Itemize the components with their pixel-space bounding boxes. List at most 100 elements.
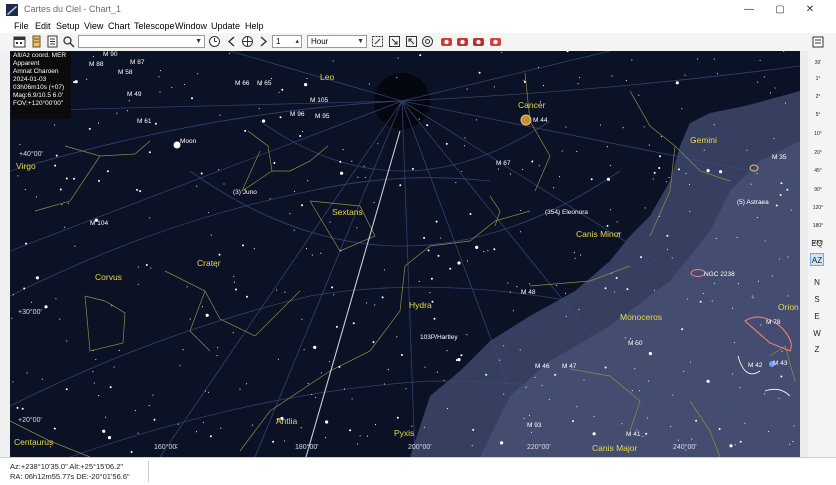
object-label[interactable]: Moon (180, 138, 197, 145)
object-label[interactable]: M 47 (562, 363, 577, 370)
object-label[interactable]: M 41 (626, 431, 641, 438)
constellation-label[interactable]: Monoceros (620, 312, 662, 322)
step-forward-icon[interactable] (257, 35, 270, 48)
step-value-input[interactable]: 1 ▴ (272, 35, 302, 48)
object-label[interactable]: M 104 (90, 220, 108, 227)
fov-button[interactable]: 90° (811, 187, 825, 193)
search-icon[interactable] (62, 35, 75, 48)
zoom-out-icon[interactable] (405, 35, 418, 48)
object-label[interactable]: M 43 (773, 360, 788, 367)
object-label[interactable]: M 87 (130, 59, 145, 66)
object-label[interactable]: M 65 (257, 80, 272, 87)
constellation-label[interactable]: Hydra (409, 300, 432, 310)
constellation-label[interactable]: Antlia (276, 416, 298, 426)
menu-edit[interactable]: Edit (35, 20, 51, 32)
menu-update[interactable]: Update (211, 20, 240, 32)
telescope-slew-icon[interactable] (456, 35, 469, 48)
fov-button[interactable]: 2° (811, 94, 825, 100)
constellation-label[interactable]: Orion (778, 302, 799, 312)
view-button-w[interactable]: W (810, 327, 824, 340)
step-back-icon[interactable] (225, 35, 238, 48)
view-button-e[interactable]: E (810, 310, 824, 323)
catalog-icon[interactable] (46, 35, 59, 48)
ra-grid-label[interactable]: 180°00' (295, 443, 319, 451)
object-label[interactable]: M 67 (496, 160, 511, 167)
fov-button[interactable]: 1° (811, 76, 825, 82)
constellation-label[interactable]: Cancer (518, 100, 546, 110)
object-label[interactable]: M 50 (628, 340, 643, 347)
fov-panel-icon[interactable] (812, 36, 824, 48)
view-button-n[interactable]: N (810, 276, 824, 289)
object-label[interactable]: M 46 (535, 363, 550, 370)
object-label[interactable]: (354) Eleonora (545, 209, 588, 216)
constellation-label[interactable]: Sextans (332, 207, 363, 217)
fov-button[interactable]: 45° (811, 168, 825, 174)
fov-button[interactable]: 180° (811, 223, 825, 229)
object-label[interactable]: M 88 (89, 61, 104, 68)
fov-button[interactable]: 10° (811, 131, 825, 137)
zoom-in-icon[interactable] (388, 35, 401, 48)
dec-grid-label[interactable]: +30°00' (18, 308, 42, 316)
minimize-button[interactable]: — (736, 2, 762, 18)
constellation-label[interactable]: Leo (320, 72, 334, 82)
center-icon[interactable] (421, 35, 434, 48)
zoom-fit-icon[interactable] (371, 35, 384, 48)
ra-grid-label[interactable]: 220°00' (527, 443, 551, 451)
view-button-s[interactable]: S (810, 293, 824, 306)
object-label[interactable]: M 42 (748, 362, 763, 369)
object-label[interactable]: M 48 (521, 289, 536, 296)
ra-grid-label[interactable]: 160°00' (154, 443, 178, 451)
constellation-label[interactable]: Canis Major (592, 443, 638, 453)
constellation-label[interactable]: Pyxis (394, 428, 414, 438)
sky-chart[interactable]: Leo Cancer Gemini Virgo Sextans Canis Minor Co… (10, 51, 800, 457)
object-label[interactable]: M 78 (766, 319, 781, 326)
object-label[interactable]: M 66 (235, 80, 250, 87)
object-label[interactable]: M 61 (137, 118, 152, 125)
telescope-sync-icon[interactable] (472, 35, 485, 48)
object-label[interactable]: M 35 (772, 154, 787, 161)
object-label[interactable]: M 95 (315, 113, 330, 120)
constellation-label[interactable]: Gemini (690, 135, 717, 145)
menu-window[interactable]: Window (175, 20, 207, 32)
menu-view[interactable]: View (84, 20, 103, 32)
object-search-combo[interactable]: ▼ (78, 35, 205, 48)
object-label[interactable]: M 49 (127, 91, 142, 98)
telescope-abort-icon[interactable] (489, 35, 502, 48)
dec-grid-label[interactable]: +40°00' (19, 150, 43, 158)
ra-grid-label[interactable]: 200°00' (408, 443, 432, 451)
object-label[interactable]: (5) Astraea (737, 199, 769, 206)
object-label[interactable]: M 90 (103, 51, 118, 58)
m44-cluster-marker[interactable] (520, 114, 532, 126)
telescope-connect-icon[interactable] (440, 35, 453, 48)
menu-telescope[interactable]: Telescope (134, 20, 175, 32)
constellation-label[interactable]: Centaurus (14, 437, 53, 447)
menu-setup[interactable]: Setup (56, 20, 80, 32)
fov-button[interactable]: 120° (811, 205, 825, 211)
calendar-icon[interactable] (13, 35, 26, 48)
ra-grid-label[interactable]: 240°00' (673, 443, 697, 451)
view-button-z[interactable]: Z (810, 343, 824, 356)
notebook-icon[interactable] (30, 35, 43, 48)
menu-chart[interactable]: Chart (108, 20, 130, 32)
fov-button[interactable]: 5° (811, 112, 825, 118)
object-label[interactable]: 103P/Hartley (420, 334, 458, 341)
constellation-label[interactable]: Crater (197, 258, 221, 268)
object-label[interactable]: M 105 (310, 97, 328, 104)
dec-grid-label[interactable]: +20°00' (18, 416, 42, 424)
object-label[interactable]: M 96 (290, 111, 305, 118)
object-label[interactable]: NGC 2238 (704, 271, 735, 278)
constellation-label[interactable]: Corvus (95, 272, 122, 282)
time-unit-select[interactable]: Hour ▼ (307, 35, 367, 48)
view-button-az[interactable]: AZ (810, 253, 824, 266)
close-button[interactable]: ✕ (797, 2, 823, 18)
constellation-label[interactable]: Virgo (16, 161, 36, 171)
constellation-label[interactable]: Canis Minor (576, 229, 622, 239)
fov-button[interactable]: 30' (811, 60, 825, 66)
chart-scrollbar[interactable] (800, 51, 808, 457)
object-label[interactable]: M 44 (533, 117, 548, 124)
object-label[interactable]: (3) Juno (233, 189, 257, 196)
menu-file[interactable]: File (14, 20, 29, 32)
clock-icon[interactable] (208, 35, 221, 48)
object-label[interactable]: M 93 (527, 422, 542, 429)
view-button-eq[interactable]: EQ (810, 237, 824, 250)
